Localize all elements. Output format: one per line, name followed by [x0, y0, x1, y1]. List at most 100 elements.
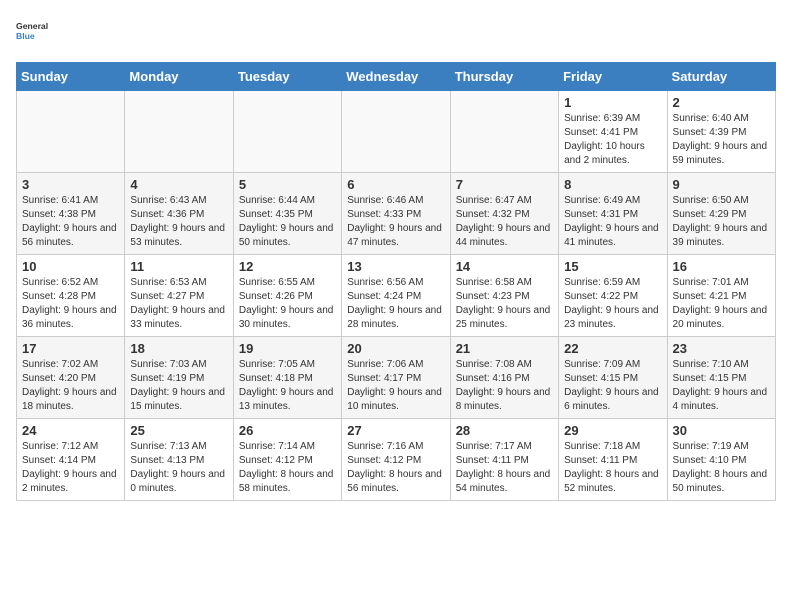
header: GeneralBlue [16, 16, 776, 52]
calendar-day-cell: 9 Sunrise: 6:50 AM Sunset: 4:29 PM Daylig… [667, 173, 775, 255]
day-info: Sunrise: 7:03 AM Sunset: 4:19 PM Dayligh… [130, 358, 227, 414]
day-number: 17 [22, 341, 119, 356]
calendar-day-cell: 16 Sunrise: 7:01 AM Sunset: 4:21 PM Dayli… [667, 255, 775, 337]
day-info: Sunrise: 7:16 AM Sunset: 4:12 PM Dayligh… [347, 440, 444, 496]
calendar-week-row: 1 Sunrise: 6:39 AM Sunset: 4:41 PM Daylig… [17, 91, 776, 173]
day-number: 12 [239, 259, 336, 274]
day-info: Sunrise: 7:08 AM Sunset: 4:16 PM Dayligh… [456, 358, 553, 414]
logo: GeneralBlue [16, 16, 52, 52]
calendar-day-cell: 10 Sunrise: 6:52 AM Sunset: 4:28 PM Dayli… [17, 255, 125, 337]
calendar-day-cell: 27 Sunrise: 7:16 AM Sunset: 4:12 PM Dayli… [342, 419, 450, 501]
weekday-header: Monday [125, 63, 233, 91]
day-number: 22 [564, 341, 661, 356]
day-info: Sunrise: 7:01 AM Sunset: 4:21 PM Dayligh… [673, 276, 770, 332]
day-number: 10 [22, 259, 119, 274]
calendar-day-cell: 30 Sunrise: 7:19 AM Sunset: 4:10 PM Dayli… [667, 419, 775, 501]
calendar-day-cell: 17 Sunrise: 7:02 AM Sunset: 4:20 PM Dayli… [17, 337, 125, 419]
svg-text:General: General [16, 21, 48, 31]
weekday-header-row: SundayMondayTuesdayWednesdayThursdayFrid… [17, 63, 776, 91]
calendar-day-cell: 1 Sunrise: 6:39 AM Sunset: 4:41 PM Daylig… [559, 91, 667, 173]
weekday-header: Saturday [667, 63, 775, 91]
day-info: Sunrise: 6:55 AM Sunset: 4:26 PM Dayligh… [239, 276, 336, 332]
logo-icon: GeneralBlue [16, 16, 52, 52]
calendar-day-cell: 14 Sunrise: 6:58 AM Sunset: 4:23 PM Dayli… [450, 255, 558, 337]
day-info: Sunrise: 6:49 AM Sunset: 4:31 PM Dayligh… [564, 194, 661, 250]
calendar-day-cell [125, 91, 233, 173]
calendar-day-cell: 3 Sunrise: 6:41 AM Sunset: 4:38 PM Daylig… [17, 173, 125, 255]
day-number: 16 [673, 259, 770, 274]
day-number: 13 [347, 259, 444, 274]
calendar-day-cell: 23 Sunrise: 7:10 AM Sunset: 4:15 PM Dayli… [667, 337, 775, 419]
calendar-day-cell [450, 91, 558, 173]
day-info: Sunrise: 7:12 AM Sunset: 4:14 PM Dayligh… [22, 440, 119, 496]
day-info: Sunrise: 6:39 AM Sunset: 4:41 PM Dayligh… [564, 112, 661, 168]
day-number: 1 [564, 95, 661, 110]
calendar-table: SundayMondayTuesdayWednesdayThursdayFrid… [16, 62, 776, 501]
calendar-day-cell: 29 Sunrise: 7:18 AM Sunset: 4:11 PM Dayli… [559, 419, 667, 501]
day-info: Sunrise: 7:17 AM Sunset: 4:11 PM Dayligh… [456, 440, 553, 496]
day-number: 2 [673, 95, 770, 110]
calendar-week-row: 17 Sunrise: 7:02 AM Sunset: 4:20 PM Dayli… [17, 337, 776, 419]
calendar-day-cell: 11Sunrise: 6:53 AM Sunset: 4:27 PM Dayli… [125, 255, 233, 337]
day-info: Sunrise: 7:19 AM Sunset: 4:10 PM Dayligh… [673, 440, 770, 496]
day-number: 8 [564, 177, 661, 192]
calendar-day-cell: 26Sunrise: 7:14 AM Sunset: 4:12 PM Dayli… [233, 419, 341, 501]
calendar-day-cell: 25Sunrise: 7:13 AM Sunset: 4:13 PM Dayli… [125, 419, 233, 501]
day-info: Sunrise: 6:50 AM Sunset: 4:29 PM Dayligh… [673, 194, 770, 250]
day-info: Sunrise: 7:05 AM Sunset: 4:18 PM Dayligh… [239, 358, 336, 414]
calendar-day-cell: 8 Sunrise: 6:49 AM Sunset: 4:31 PM Daylig… [559, 173, 667, 255]
day-number: 24 [22, 423, 119, 438]
day-info: Sunrise: 7:10 AM Sunset: 4:15 PM Dayligh… [673, 358, 770, 414]
day-number: 9 [673, 177, 770, 192]
day-number: 30 [673, 423, 770, 438]
day-number: 29 [564, 423, 661, 438]
day-info: Sunrise: 6:40 AM Sunset: 4:39 PM Dayligh… [673, 112, 770, 168]
calendar-day-cell: 5 Sunrise: 6:44 AM Sunset: 4:35 PM Daylig… [233, 173, 341, 255]
day-number: 4 [130, 177, 227, 192]
calendar-day-cell: 4Sunrise: 6:43 AM Sunset: 4:36 PM Daylig… [125, 173, 233, 255]
day-info: Sunrise: 7:14 AM Sunset: 4:12 PM Dayligh… [239, 440, 336, 496]
day-info: Sunrise: 7:18 AM Sunset: 4:11 PM Dayligh… [564, 440, 661, 496]
calendar-day-cell: 21 Sunrise: 7:08 AM Sunset: 4:16 PM Dayli… [450, 337, 558, 419]
day-number: 3 [22, 177, 119, 192]
calendar-day-cell [17, 91, 125, 173]
day-number: 20 [347, 341, 444, 356]
day-info: Sunrise: 6:44 AM Sunset: 4:35 PM Dayligh… [239, 194, 336, 250]
calendar-day-cell: 19 Sunrise: 7:05 AM Sunset: 4:18 PM Dayli… [233, 337, 341, 419]
day-number: 14 [456, 259, 553, 274]
day-number: 23 [673, 341, 770, 356]
calendar-day-cell: 2 Sunrise: 6:40 AM Sunset: 4:39 PM Daylig… [667, 91, 775, 173]
calendar-week-row: 10 Sunrise: 6:52 AM Sunset: 4:28 PM Dayli… [17, 255, 776, 337]
day-info: Sunrise: 6:58 AM Sunset: 4:23 PM Dayligh… [456, 276, 553, 332]
day-number: 6 [347, 177, 444, 192]
day-number: 27 [347, 423, 444, 438]
day-info: Sunrise: 6:56 AM Sunset: 4:24 PM Dayligh… [347, 276, 444, 332]
day-info: Sunrise: 7:02 AM Sunset: 4:20 PM Dayligh… [22, 358, 119, 414]
calendar-day-cell: 7 Sunrise: 6:47 AM Sunset: 4:32 PM Daylig… [450, 173, 558, 255]
day-number: 25 [130, 423, 227, 438]
day-number: 21 [456, 341, 553, 356]
calendar-day-cell [342, 91, 450, 173]
calendar-day-cell: 6Sunrise: 6:46 AM Sunset: 4:33 PM Daylig… [342, 173, 450, 255]
day-info: Sunrise: 6:47 AM Sunset: 4:32 PM Dayligh… [456, 194, 553, 250]
day-number: 19 [239, 341, 336, 356]
weekday-header: Wednesday [342, 63, 450, 91]
day-info: Sunrise: 7:09 AM Sunset: 4:15 PM Dayligh… [564, 358, 661, 414]
day-info: Sunrise: 6:52 AM Sunset: 4:28 PM Dayligh… [22, 276, 119, 332]
weekday-header: Thursday [450, 63, 558, 91]
day-number: 15 [564, 259, 661, 274]
day-number: 28 [456, 423, 553, 438]
calendar-day-cell: 24 Sunrise: 7:12 AM Sunset: 4:14 PM Dayli… [17, 419, 125, 501]
weekday-header: Tuesday [233, 63, 341, 91]
day-info: Sunrise: 6:41 AM Sunset: 4:38 PM Dayligh… [22, 194, 119, 250]
weekday-header: Sunday [17, 63, 125, 91]
calendar-day-cell: 22 Sunrise: 7:09 AM Sunset: 4:15 PM Dayli… [559, 337, 667, 419]
calendar-day-cell: 13 Sunrise: 6:56 AM Sunset: 4:24 PM Dayli… [342, 255, 450, 337]
day-number: 18 [130, 341, 227, 356]
calendar-day-cell: 15Sunrise: 6:59 AM Sunset: 4:22 PM Dayli… [559, 255, 667, 337]
day-number: 5 [239, 177, 336, 192]
day-number: 11 [130, 259, 227, 274]
calendar-day-cell: 12 Sunrise: 6:55 AM Sunset: 4:26 PM Dayli… [233, 255, 341, 337]
day-info: Sunrise: 7:06 AM Sunset: 4:17 PM Dayligh… [347, 358, 444, 414]
day-number: 7 [456, 177, 553, 192]
